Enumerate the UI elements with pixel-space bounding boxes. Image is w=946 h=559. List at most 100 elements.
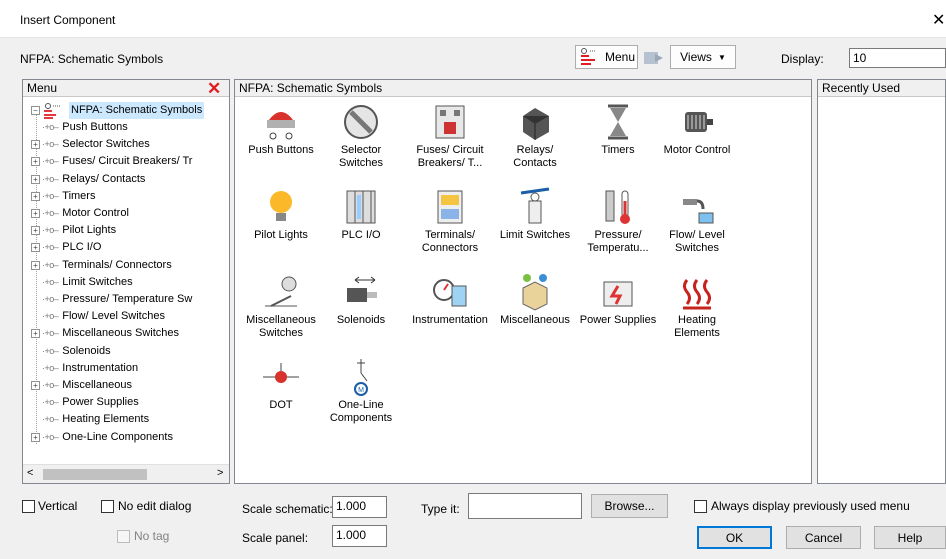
symbol-node-icon: ·+o– <box>42 259 59 270</box>
symbol-grid-item[interactable]: Pressure/ Temperatu... <box>578 187 658 255</box>
expand-icon[interactable]: + <box>31 243 40 253</box>
grid-panel-title: NFPA: Schematic Symbols <box>239 81 383 95</box>
schematic-menu-icon <box>44 102 61 119</box>
plc-icon <box>346 190 376 224</box>
symbol-node-icon: ·+o– <box>42 362 59 373</box>
tree-item[interactable]: ·+o– Instrumentation <box>31 360 138 377</box>
symbol-grid-item[interactable]: Miscellaneous <box>495 272 575 327</box>
tree-item-label: Power Supplies <box>62 396 139 409</box>
symbol-grid-label: Terminals/ Connectors <box>421 229 479 254</box>
expand-icon[interactable]: + <box>31 226 40 236</box>
views-button[interactable]: Views ▼ <box>670 45 736 69</box>
no-tag-option[interactable]: No tag <box>117 529 169 543</box>
no-edit-dialog-option[interactable]: No edit dialog <box>101 499 191 513</box>
expand-icon[interactable]: + <box>31 209 40 218</box>
expand-icon[interactable]: + <box>31 174 40 184</box>
expand-icon[interactable]: + <box>31 329 40 339</box>
scroll-right-icon[interactable]: > <box>217 467 223 479</box>
symbol-grid-item[interactable]: Timers <box>578 102 658 157</box>
symbol-grid-item[interactable]: Fuses/ Circuit Breakers/ T... <box>410 102 490 170</box>
symbol-grid-label: Push Buttons <box>248 144 314 156</box>
tree-root[interactable]: − NFPA: Schematic Symbols <box>31 102 205 119</box>
menu-toggle-button[interactable]: Menu <box>575 45 638 69</box>
tree-item[interactable]: + ·+o– One-Line Components <box>31 429 173 446</box>
scroll-left-icon[interactable]: < <box>27 467 33 479</box>
tree-item[interactable]: ·+o– Power Supplies <box>31 394 139 411</box>
tree-item-label: Fuses/ Circuit Breakers/ Tr <box>62 155 193 168</box>
menu-panel-title: Menu <box>27 81 58 95</box>
tree-item[interactable]: ·+o– Solenoids <box>31 343 111 360</box>
ok-button[interactable]: OK <box>697 526 772 549</box>
symbol-grid-item[interactable]: Heating Elements <box>657 272 737 340</box>
symbol-grid-item[interactable]: Limit Switches <box>495 187 575 242</box>
tree-item[interactable]: ·+o– Limit Switches <box>31 274 133 291</box>
symbol-grid-item[interactable]: Push Buttons <box>241 102 321 157</box>
tree-item[interactable]: ·+o– Heating Elements <box>31 411 149 428</box>
tree-item[interactable]: + ·+o– Motor Control <box>31 205 129 222</box>
symbol-grid-item[interactable]: Relays/ Contacts <box>495 102 575 170</box>
tree-item[interactable]: + ·+o– Fuses/ Circuit Breakers/ Tr <box>31 153 192 170</box>
vertical-option[interactable]: Vertical <box>22 499 77 513</box>
no-edit-dialog-checkbox[interactable] <box>101 499 114 513</box>
browse-button[interactable]: Browse... <box>591 494 668 518</box>
tree-item[interactable]: + ·+o– PLC I/O <box>31 239 101 256</box>
horizontal-scrollbar[interactable]: < > <box>23 464 229 483</box>
always-display-checkbox[interactable] <box>694 499 707 513</box>
tree-item[interactable]: + ·+o– Miscellaneous Switches <box>31 325 179 342</box>
symbol-grid-item[interactable]: Pilot Lights <box>241 187 321 242</box>
expand-icon[interactable]: + <box>31 432 40 442</box>
display-count-input[interactable]: 10 <box>849 48 946 68</box>
ok-button-label: OK <box>725 530 744 545</box>
motor-control-icon <box>685 112 713 132</box>
expand-icon[interactable]: + <box>31 260 40 270</box>
tree-item-label: Pilot Lights <box>62 224 117 237</box>
symbol-grid-item[interactable]: Selector Switches <box>321 102 401 170</box>
symbol-grid-item[interactable]: Terminals/ Connectors <box>410 187 490 255</box>
tree-item-label: One-Line Components <box>62 430 173 443</box>
expand-icon[interactable]: + <box>31 381 40 390</box>
collapse-icon[interactable]: − <box>31 106 40 115</box>
vertical-checkbox[interactable] <box>22 499 35 513</box>
always-display-option[interactable]: Always display previously used menu <box>694 499 910 513</box>
no-tag-checkbox[interactable] <box>117 529 130 543</box>
symbol-grid-label: Solenoids <box>336 314 386 326</box>
tree-item-label: Relays/ Contacts <box>62 172 146 185</box>
tree-item[interactable]: + ·+o– Timers <box>31 188 95 205</box>
scale-schematic-input[interactable]: 1.000 <box>332 496 387 518</box>
close-icon[interactable]: ✕ <box>932 10 945 30</box>
symbol-grid-item[interactable]: Miscellaneous Switches <box>241 272 321 340</box>
type-it-input[interactable] <box>468 493 582 519</box>
scrollbar-thumb[interactable] <box>43 469 147 480</box>
symbol-grid-item[interactable]: M One-Line Components <box>321 357 401 425</box>
tree-item[interactable]: ·+o– Pressure/ Temperature Sw <box>31 291 192 308</box>
help-button[interactable]: Help <box>874 526 946 549</box>
scale-panel-input[interactable]: 1.000 <box>332 525 387 547</box>
expand-icon[interactable]: + <box>31 191 40 201</box>
tree-item[interactable]: ·+o– Flow/ Level Switches <box>31 308 165 325</box>
symbol-grid-item[interactable]: DOT <box>241 357 321 412</box>
cancel-button[interactable]: Cancel <box>786 526 861 549</box>
symbol-grid-item[interactable]: Flow/ Level Switches <box>657 187 737 255</box>
symbol-grid-item[interactable]: Motor Control <box>657 102 737 157</box>
tree-item-label: Selector Switches <box>62 138 150 151</box>
tree-item[interactable]: + ·+o– Miscellaneous <box>31 377 132 394</box>
symbol-node-icon: ·+o– <box>42 242 59 253</box>
battery-icon <box>603 281 633 307</box>
symbol-grid-item[interactable]: Power Supplies <box>578 272 658 327</box>
symbol-grid-item[interactable]: Solenoids <box>321 272 401 327</box>
symbol-grid-label: Relays/ Contacts <box>513 144 557 169</box>
tree-item[interactable]: + ·+o– Pilot Lights <box>31 222 116 239</box>
tree-item[interactable]: + ·+o– Relays/ Contacts <box>31 171 145 188</box>
back-icon[interactable] <box>641 48 667 68</box>
expand-icon[interactable]: + <box>31 157 40 167</box>
tree-item[interactable]: ·+o– Push Buttons <box>31 119 128 136</box>
symbol-grid-item[interactable]: Instrumentation <box>410 272 490 327</box>
close-menu-icon[interactable]: ✕ <box>207 80 221 98</box>
symbol-grid-item[interactable]: PLC I/O <box>321 187 401 242</box>
symbol-grid-label: Motor Control <box>663 144 731 156</box>
tree-item[interactable]: + ·+o– Selector Switches <box>31 136 150 153</box>
tree-item[interactable]: + ·+o– Terminals/ Connectors <box>31 257 172 274</box>
symbol-node-icon: ·+o– <box>42 311 59 322</box>
cancel-button-label: Cancel <box>804 530 843 545</box>
expand-icon[interactable]: + <box>31 140 40 150</box>
